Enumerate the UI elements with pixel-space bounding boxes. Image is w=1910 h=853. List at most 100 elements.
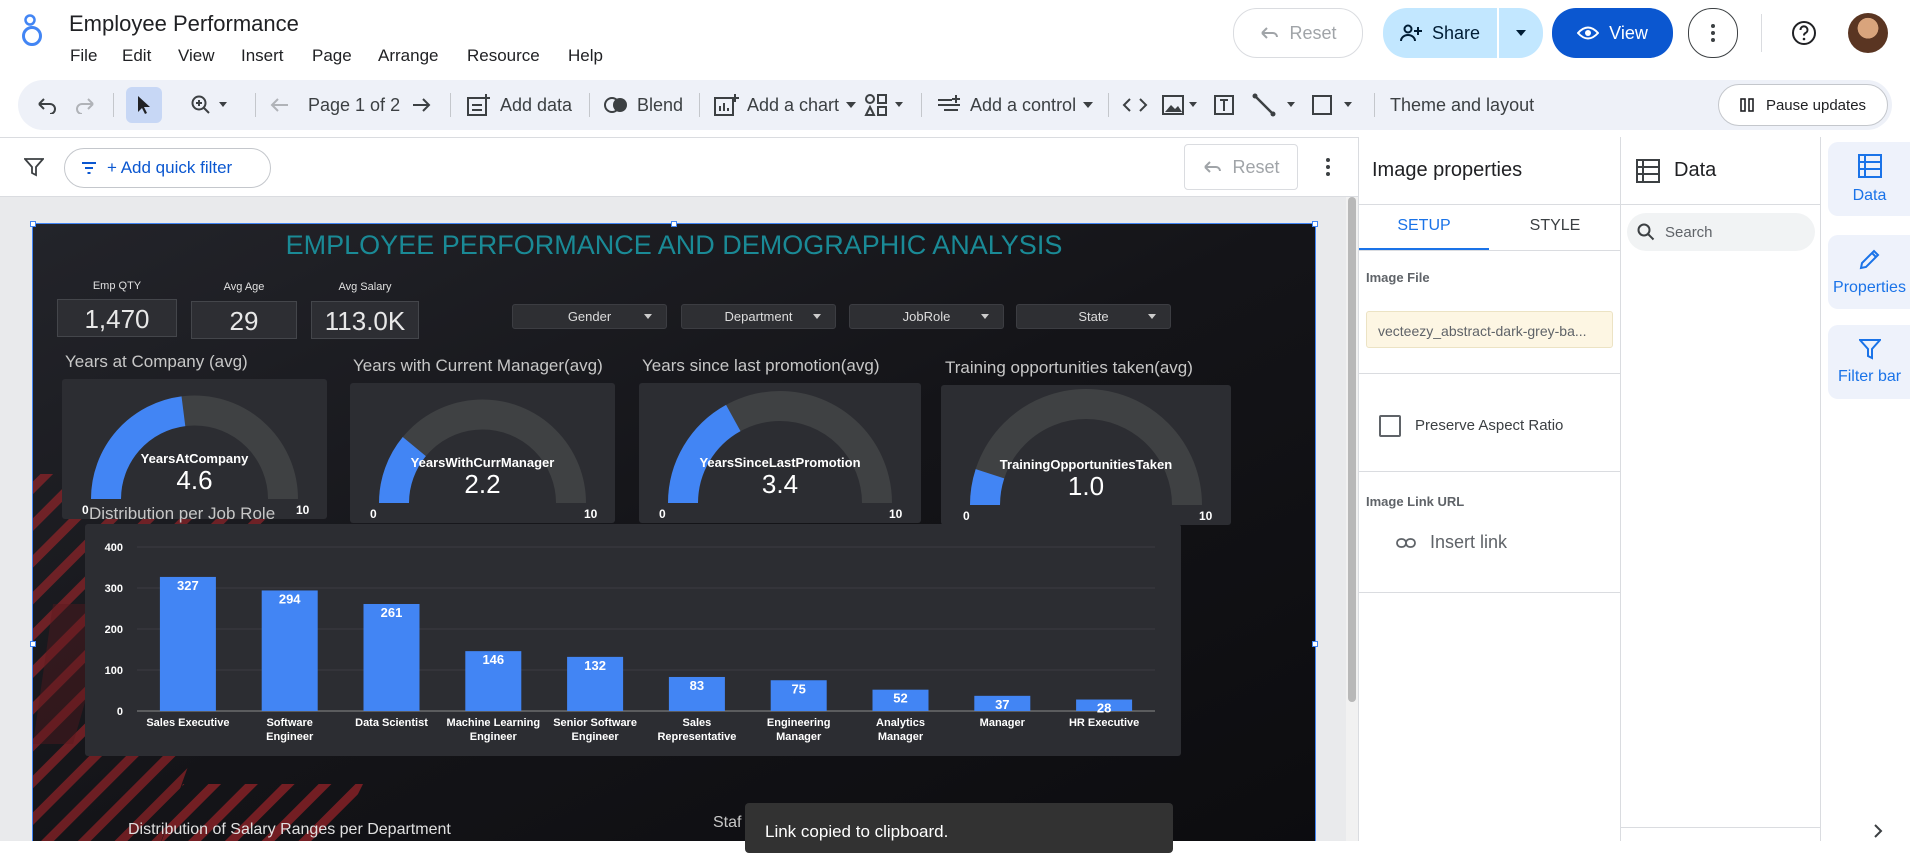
report-canvas[interactable]: EMPLOYEE PERFORMANCE AND DEMOGRAPHIC ANA… <box>0 197 1358 841</box>
divider <box>1359 373 1621 374</box>
gauge-max-label: 10 <box>889 507 903 521</box>
caret-down-icon <box>644 314 652 319</box>
report-title[interactable]: Employee Performance <box>69 11 299 37</box>
selection-handle[interactable] <box>1312 641 1318 647</box>
selection-handle[interactable] <box>671 221 677 227</box>
divider <box>1761 14 1762 52</box>
menu-resource[interactable]: Resource <box>467 46 540 66</box>
caret-down-icon <box>813 314 821 319</box>
image-button[interactable] <box>1161 80 1201 130</box>
caret-down-icon <box>1515 29 1527 37</box>
gauge-card[interactable]: YearsSinceLastPromotion 3.4 0 10 <box>639 383 921 523</box>
y-tick-label: 100 <box>105 665 123 677</box>
gauge-chart <box>379 399 586 504</box>
select-tool-button[interactable] <box>126 87 162 123</box>
side-tab-properties[interactable]: Properties <box>1828 235 1910 309</box>
help-icon[interactable] <box>1791 20 1817 46</box>
side-tab-filter-bar-label: Filter bar <box>1837 368 1902 385</box>
top-bar: Employee Performance File Edit View Inse… <box>0 0 1910 78</box>
link-icon <box>1396 537 1416 548</box>
side-tab-data[interactable]: Data <box>1828 142 1910 216</box>
menu-edit[interactable]: Edit <box>122 46 151 66</box>
gender-filter[interactable]: Gender <box>512 304 667 329</box>
toolbar: Page 1 of 2 Add data Blend Add a chart A… <box>18 80 1892 130</box>
chevron-right-icon[interactable] <box>1873 824 1883 838</box>
x-tick-label: Engineer <box>266 731 314 743</box>
more-vert-icon[interactable] <box>1326 158 1330 176</box>
pause-updates-button[interactable]: Pause updates <box>1718 84 1888 126</box>
x-tick-label: HR Executive <box>1069 717 1139 729</box>
embed-code-icon[interactable] <box>1122 80 1148 130</box>
state-filter[interactable]: State <box>1016 304 1171 329</box>
side-tab-properties-label: Properties <box>1833 279 1906 296</box>
canvas-scrollbar-thumb[interactable] <box>1348 197 1356 702</box>
view-button[interactable]: View <box>1552 8 1673 58</box>
bar-data-label: 37 <box>995 697 1009 712</box>
divider <box>113 93 114 117</box>
share-button[interactable]: Share <box>1383 8 1497 58</box>
department-filter[interactable]: Department <box>681 304 836 329</box>
add-data-button[interactable]: Add data <box>466 80 572 130</box>
looker-studio-logo-icon[interactable] <box>20 14 44 48</box>
selection-handle[interactable] <box>30 641 36 647</box>
avatar[interactable] <box>1848 13 1888 53</box>
more-options-button[interactable] <box>1688 8 1738 58</box>
divider <box>1374 93 1375 117</box>
tab-style[interactable]: STYLE <box>1489 205 1621 250</box>
bar[interactable] <box>261 590 318 711</box>
text-box-icon[interactable] <box>1212 80 1236 130</box>
add-control-button[interactable]: Add a control <box>936 80 1094 130</box>
bar[interactable] <box>159 576 216 711</box>
zoom-icon <box>191 95 227 114</box>
image-file-field[interactable]: vecteezy_abstract-dark-grey-ba... <box>1366 311 1613 348</box>
previous-page-icon[interactable] <box>270 80 290 130</box>
theme-layout-button[interactable]: Theme and layout <box>1390 80 1534 130</box>
shape-button[interactable] <box>1310 80 1358 130</box>
report-page[interactable]: EMPLOYEE PERFORMANCE AND DEMOGRAPHIC ANA… <box>32 223 1316 841</box>
line-button[interactable] <box>1252 80 1300 130</box>
side-tab-strip: Data Properties Filter bar <box>1820 137 1910 841</box>
tab-setup[interactable]: SETUP <box>1359 205 1489 250</box>
menu-insert[interactable]: Insert <box>241 46 284 66</box>
menu-arrange[interactable]: Arrange <box>378 46 438 66</box>
jobrole-filter[interactable]: JobRole <box>849 304 1004 329</box>
bar-data-label: 28 <box>1097 701 1111 716</box>
filter-icon[interactable] <box>24 157 44 177</box>
divider <box>1621 827 1821 828</box>
share-dropdown-button[interactable] <box>1499 8 1543 58</box>
insert-link-button[interactable]: Insert link <box>1396 532 1507 553</box>
side-tab-filter-bar[interactable]: Filter bar <box>1828 325 1910 399</box>
search-input[interactable]: Search <box>1627 213 1815 251</box>
menu-view[interactable]: View <box>178 46 215 66</box>
blend-button[interactable]: Blend <box>603 80 683 130</box>
search-icon <box>1637 223 1655 241</box>
add-quick-filter-button[interactable]: + Add quick filter <box>64 148 271 188</box>
gauge-card[interactable]: TrainingOpportunitiesTaken 1.0 0 10 <box>941 385 1231 525</box>
add-data-label: Add data <box>500 94 573 115</box>
add-chart-button[interactable]: Add a chart <box>713 80 857 130</box>
divider <box>1359 471 1621 472</box>
undo-icon[interactable] <box>35 80 57 130</box>
filter-reset-button[interactable]: Reset <box>1184 144 1298 190</box>
gauge-card[interactable]: YearsAtCompany 4.6 0 10 <box>62 379 327 519</box>
preserve-aspect-checkbox[interactable] <box>1379 415 1401 437</box>
job-role-bar-chart[interactable]: 0 100 200 300 400 327 Sales Executive 294 Softwa… <box>85 524 1181 756</box>
zoom-button[interactable] <box>190 80 228 130</box>
menu-help[interactable]: Help <box>568 46 603 66</box>
community-viz-button[interactable] <box>864 80 906 130</box>
toast-notification: Link copied to clipboard. <box>745 803 1173 853</box>
gauge-min-label: 0 <box>82 503 89 517</box>
gauge-card[interactable]: YearsWithCurrManager 2.2 0 10 <box>350 383 615 523</box>
menu-file[interactable]: File <box>70 46 97 66</box>
reset-button[interactable]: Reset <box>1233 8 1363 58</box>
image-link-label: Image Link URL <box>1366 494 1465 509</box>
menu-page[interactable]: Page <box>312 46 352 66</box>
bar[interactable] <box>363 603 420 711</box>
canvas-scrollbar[interactable] <box>1346 197 1358 841</box>
salary-range-chart-title: Distribution of Salary Ranges per Depart… <box>128 821 451 838</box>
selection-handle[interactable] <box>30 221 36 227</box>
next-page-icon[interactable] <box>411 80 431 130</box>
more-vert-icon <box>1711 24 1715 42</box>
redo-icon[interactable] <box>75 80 97 130</box>
selection-handle[interactable] <box>1312 221 1318 227</box>
